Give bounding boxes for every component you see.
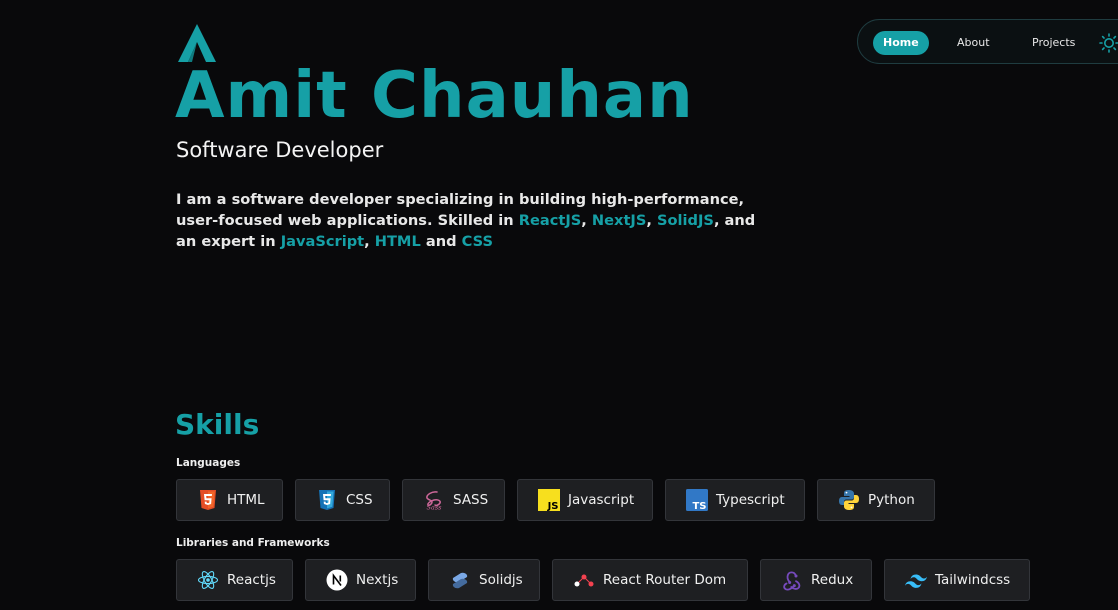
skill-label: HTML xyxy=(227,492,265,508)
bio-highlight-solid: SolidJS xyxy=(657,212,714,229)
nav-home[interactable]: Home xyxy=(873,31,929,55)
react-router-icon xyxy=(574,574,594,587)
css3-icon xyxy=(319,490,335,510)
bio-highlight-css: CSS xyxy=(461,233,493,250)
skill-chip-react-router-dom[interactable]: React Router Dom xyxy=(552,559,748,601)
tailwind-icon xyxy=(905,574,927,588)
sass-icon: Sass xyxy=(426,491,443,512)
frameworks-label: Libraries and Frameworks xyxy=(176,537,330,549)
skill-chip-python[interactable]: Python xyxy=(817,479,935,521)
skill-label: Javascript xyxy=(568,492,635,508)
solidjs-icon xyxy=(452,572,468,589)
skill-chip-css[interactable]: CSS xyxy=(295,479,390,521)
skill-label: Solidjs xyxy=(479,572,523,588)
skill-label: Reactjs xyxy=(227,572,276,588)
skill-label: SASS xyxy=(453,492,489,508)
hero-role: Software Developer xyxy=(176,138,384,162)
redux-icon xyxy=(783,571,801,591)
skill-chip-redux[interactable]: Redux xyxy=(760,559,872,601)
skill-chip-typescript[interactable]: TS Typescript xyxy=(665,479,805,521)
nextjs-icon xyxy=(326,569,348,591)
svg-text:TS: TS xyxy=(692,501,706,511)
skill-chip-tailwindcss[interactable]: Tailwindcss xyxy=(884,559,1030,601)
bio-highlight-javascript: JavaScript xyxy=(280,233,365,250)
javascript-icon: JS xyxy=(538,489,560,511)
skill-label: Typescript xyxy=(716,492,785,508)
nav-about[interactable]: About xyxy=(957,31,990,55)
top-nav: Home About Projects xyxy=(857,19,1118,64)
skill-chip-reactjs[interactable]: Reactjs xyxy=(176,559,293,601)
hero-bio: I am a software developer specializing i… xyxy=(176,189,766,252)
bio-highlight-react: ReactJS xyxy=(518,212,582,229)
skill-label: Nextjs xyxy=(356,572,399,588)
bio-text: and xyxy=(420,233,462,250)
languages-label: Languages xyxy=(176,457,241,469)
skill-label: Python xyxy=(868,492,915,508)
bio-highlight-html: HTML xyxy=(374,233,421,250)
skills-title: Skills xyxy=(175,408,260,441)
skill-chip-sass[interactable]: Sass SASS xyxy=(402,479,505,521)
typescript-icon: TS xyxy=(686,489,708,511)
svg-text:JS: JS xyxy=(547,501,559,511)
skill-label: Redux xyxy=(811,572,854,588)
skill-chip-javascript[interactable]: JS Javascript xyxy=(517,479,653,521)
skill-label: CSS xyxy=(346,492,373,508)
hero-name: Amit Chauhan xyxy=(175,59,694,133)
sun-icon[interactable] xyxy=(1099,33,1118,53)
skill-label: React Router Dom xyxy=(603,572,727,588)
skill-chip-nextjs[interactable]: Nextjs xyxy=(305,559,416,601)
bio-separator: , xyxy=(646,212,657,229)
react-icon xyxy=(197,571,219,589)
skill-label: Tailwindcss xyxy=(935,572,1011,588)
python-icon xyxy=(839,490,859,510)
bio-separator: , xyxy=(581,212,592,229)
bio-separator: , xyxy=(364,233,375,250)
bio-highlight-next: NextJS xyxy=(591,212,647,229)
skill-chip-html[interactable]: HTML xyxy=(176,479,283,521)
nav-projects[interactable]: Projects xyxy=(1032,31,1075,55)
html5-icon xyxy=(200,490,216,510)
svg-text:Sass: Sass xyxy=(427,504,443,512)
skill-chip-solidjs[interactable]: Solidjs xyxy=(428,559,540,601)
